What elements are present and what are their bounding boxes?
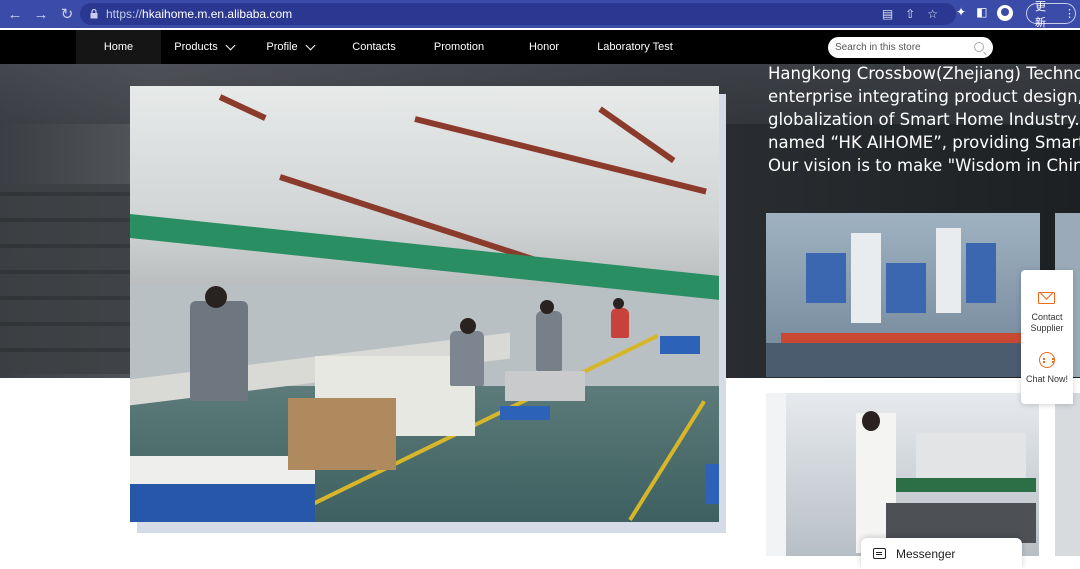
bookmark-star-icon[interactable]: ☆ [927, 7, 938, 21]
nav-contacts[interactable]: Contacts [333, 30, 415, 64]
chevron-down-icon [225, 40, 236, 50]
envelope-icon[interactable] [1038, 292, 1055, 304]
back-arrow-icon[interactable]: ← [4, 3, 26, 25]
chat-bubble-icon[interactable] [1039, 352, 1055, 368]
side-panel-icon[interactable]: ◧ [976, 5, 987, 21]
nav-home[interactable]: Home [76, 30, 161, 64]
intro-line: globalization of Smart Home Industry. Ou… [768, 110, 1080, 129]
share-icon[interactable]: ⇧ [905, 7, 915, 21]
chat-now-label: Chat Now! [1025, 374, 1069, 384]
translate-icon[interactable]: ▤ [882, 7, 893, 21]
profile-avatar[interactable] [997, 5, 1014, 21]
chat-now-button[interactable]: Chat Now! [1021, 374, 1073, 385]
floating-contact-panel: Contact Supplier Chat Now! [1021, 270, 1073, 404]
nav-profile-label: Profile [266, 41, 298, 53]
intro-line: enterprise integrating product design, R… [768, 87, 1080, 106]
lab-photo-partial[interactable] [1055, 393, 1080, 556]
nav-honor-label: Honor [529, 41, 559, 53]
message-icon [873, 548, 886, 559]
hero-building-windows [0, 184, 130, 374]
factory-machines-photo[interactable] [766, 213, 1040, 377]
browser-toolbar: ← → ↻ https://hkaihome.m.en.alibaba.com … [0, 0, 1080, 29]
address-bar[interactable]: https://hkaihome.m.en.alibaba.com ▤ ⇧ ☆ [80, 3, 956, 25]
store-search-input[interactable] [835, 42, 965, 53]
nav-products[interactable]: Products [161, 30, 247, 64]
lock-icon [90, 9, 98, 19]
forward-arrow-icon[interactable]: → [30, 3, 52, 25]
extensions-puzzle-icon[interactable]: ✦ [956, 5, 966, 21]
lab-worker-photo[interactable] [766, 393, 1039, 556]
contact-label-line1: Contact [1031, 312, 1063, 322]
nav-contacts-label: Contacts [352, 41, 396, 53]
contact-supplier-button[interactable]: Contact Supplier [1021, 312, 1073, 334]
intro-line: Hangkong Crossbow(Zhejiang) Technology [768, 64, 1080, 83]
messenger-label: Messenger [896, 546, 956, 561]
nav-products-label: Products [174, 41, 218, 53]
nav-promotion-label: Promotion [433, 41, 485, 53]
update-button[interactable]: 更新 ⋮ [1026, 1, 1076, 29]
contact-label-line2: Supplier [1030, 323, 1064, 333]
nav-laboratory-test[interactable]: Laboratory Test [585, 30, 685, 64]
nav-home-label: Home [103, 41, 134, 53]
chevron-down-icon [305, 40, 316, 50]
update-label: 更新 [1035, 0, 1046, 29]
company-intro: Hangkong Crossbow(Zhejiang) Technology e… [768, 62, 1080, 177]
reload-icon[interactable]: ↻ [56, 3, 78, 25]
nav-profile[interactable]: Profile [247, 30, 333, 64]
intro-line: named “HK AIHOME”, providing Smart Ho [768, 133, 1080, 152]
nav-honor[interactable]: Honor [503, 30, 585, 64]
store-search-box[interactable] [828, 37, 993, 58]
nav-laboratory-test-label: Laboratory Test [597, 41, 673, 53]
factory-floor-photo [130, 86, 719, 522]
kebab-menu-icon[interactable]: ⋮ [1064, 7, 1075, 20]
url-text: https://hkaihome.m.en.alibaba.com [106, 7, 293, 21]
intro-line: Our vision is to make "Wisdom in China" … [768, 156, 1080, 175]
nav-promotion[interactable]: Promotion [415, 30, 503, 64]
messenger-tab[interactable]: Messenger [861, 538, 1022, 569]
search-icon[interactable] [974, 42, 984, 52]
